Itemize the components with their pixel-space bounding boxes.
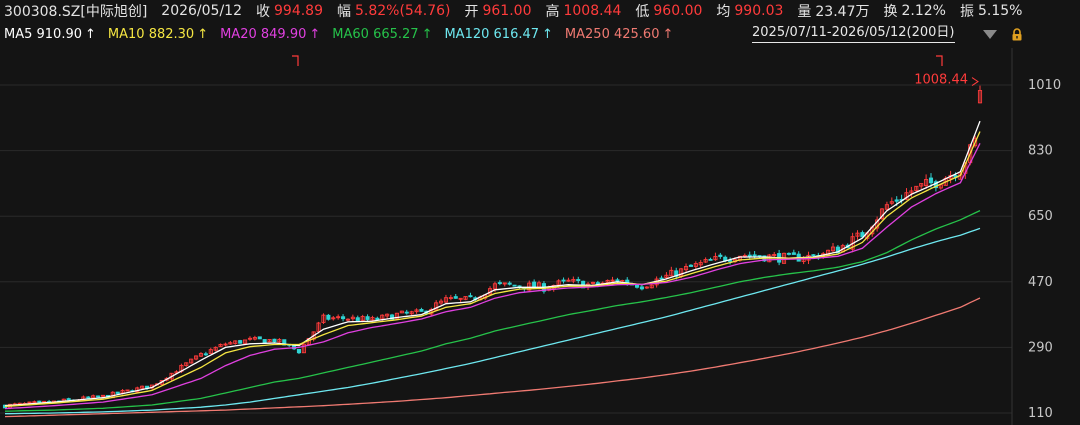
volume-value: 23.47万 xyxy=(815,4,870,20)
ma-line-ma5 xyxy=(4,120,981,407)
ma20-legend[interactable]: MA20 849.90 ↑ xyxy=(220,27,320,42)
ma10-legend[interactable]: MA10 882.30 ↑ xyxy=(108,27,208,42)
candle-body[interactable] xyxy=(688,264,693,267)
candle-body[interactable] xyxy=(203,353,208,356)
candle-body[interactable] xyxy=(728,260,733,262)
candle-body[interactable] xyxy=(419,309,424,312)
candle-body[interactable] xyxy=(86,396,91,399)
candle-body[interactable] xyxy=(752,254,757,257)
ma10-up-arrow-icon: ↑ xyxy=(197,26,209,42)
candle-body[interactable] xyxy=(634,284,640,288)
open-label: 开 xyxy=(464,4,479,20)
close-label: 收 xyxy=(256,4,270,20)
candle-body[interactable] xyxy=(894,199,899,202)
ma-line-ma60 xyxy=(4,210,981,412)
candle-body[interactable] xyxy=(96,395,101,398)
candle-body[interactable] xyxy=(365,316,370,320)
candle-body[interactable] xyxy=(576,279,581,282)
ma60-legend[interactable]: MA60 665.27 ↑ xyxy=(332,27,432,42)
y-tick-label: 650 xyxy=(1028,209,1053,224)
ma-line-ma250 xyxy=(4,297,981,418)
candle-body[interactable] xyxy=(786,252,791,255)
avg-label: 均 xyxy=(716,4,731,20)
candle-body[interactable] xyxy=(37,400,42,403)
high-marker-arrow-icon xyxy=(971,77,979,86)
y-tick-label: 110 xyxy=(1028,406,1053,421)
candle-body[interactable] xyxy=(238,340,243,344)
open-value: 961.00 xyxy=(482,3,532,19)
high-value: 1008.44 xyxy=(563,3,622,19)
quote-header: 300308.SZ[中际旭创] 2026/05/12 收 994.89 幅 5.… xyxy=(4,0,1080,22)
ma120-label: MA120 616.47 xyxy=(444,26,540,42)
bracket-marker-icon xyxy=(936,55,943,66)
amplitude-value: 5.15% xyxy=(977,3,1023,19)
candle-body[interactable] xyxy=(791,252,796,255)
candle-body[interactable] xyxy=(561,279,566,282)
candle-body[interactable] xyxy=(257,336,262,340)
candle-body[interactable] xyxy=(453,296,458,299)
lock-icon[interactable] xyxy=(1011,28,1023,41)
candle-body[interactable] xyxy=(747,254,752,257)
y-tick-label: 290 xyxy=(1028,340,1053,355)
y-tick-label: 1010 xyxy=(1028,78,1061,93)
ma120-legend[interactable]: MA120 616.47 ↑ xyxy=(444,27,552,42)
ma-line-ma20 xyxy=(4,143,981,410)
ma60-label: MA60 665.27 xyxy=(332,26,419,42)
candle-body[interactable] xyxy=(659,277,664,280)
ma-line-ma10 xyxy=(4,131,981,408)
y-tick-label: 830 xyxy=(1028,144,1053,159)
ma5-up-arrow-icon: ↑ xyxy=(85,26,96,42)
candle-body[interactable] xyxy=(811,254,816,257)
avg-value: 990.03 xyxy=(734,3,784,19)
candle-body[interactable] xyxy=(532,281,537,288)
turnover-value: 2.12% xyxy=(901,3,946,19)
ma20-up-arrow-icon: ↑ xyxy=(309,26,321,42)
ma60-up-arrow-icon: ↑ xyxy=(421,26,433,42)
bracket-marker-icon xyxy=(292,55,299,66)
candle-body[interactable] xyxy=(375,317,380,321)
ma10-label: MA10 882.30 xyxy=(107,26,195,42)
ma250-label: MA250 425.60 xyxy=(564,26,660,42)
ma20-label: MA20 849.90 xyxy=(220,26,307,42)
quote-date: 2026/05/12 xyxy=(161,3,242,19)
candle-body[interactable] xyxy=(404,311,409,314)
candle-body[interactable] xyxy=(507,282,512,285)
amplitude-label: 振 xyxy=(959,4,974,20)
candle-body[interactable] xyxy=(341,316,346,320)
volume-label: 量 xyxy=(797,4,812,20)
change-label: 幅 xyxy=(337,4,351,20)
high-marker-label: 1008.44 xyxy=(914,73,968,88)
stock-symbol[interactable]: 300308.SZ[中际旭创] xyxy=(4,1,147,21)
ma250-up-arrow-icon: ↑ xyxy=(662,26,674,42)
high-label: 高 xyxy=(545,4,560,20)
low-value: 960.00 xyxy=(653,3,703,19)
candle-body[interactable] xyxy=(326,314,331,320)
candle-body[interactable] xyxy=(639,286,644,290)
candle-body[interactable] xyxy=(355,317,360,322)
dropdown-triangle-icon[interactable] xyxy=(983,30,997,39)
ma5-label: MA5 910.90 xyxy=(4,26,82,42)
candle-body[interactable] xyxy=(708,258,713,261)
close-value: 994.89 xyxy=(274,3,323,19)
candle-body[interactable] xyxy=(272,338,277,343)
candle-body[interactable] xyxy=(115,391,120,394)
candle-body[interactable] xyxy=(262,339,267,343)
candle-body[interactable] xyxy=(296,349,302,354)
turnover-label: 换 xyxy=(883,4,898,20)
candle-body[interactable] xyxy=(497,282,502,285)
candle-body[interactable] xyxy=(512,284,517,287)
change-value: 5.82%(54.76) xyxy=(355,3,451,19)
ma250-legend[interactable]: MA250 425.60 ↑ xyxy=(565,27,673,42)
candlestick-chart[interactable]: 110 290 470 650 830 1010 1008.44 xyxy=(0,48,1080,425)
y-tick-label: 470 xyxy=(1028,275,1053,290)
candle-body[interactable] xyxy=(468,295,473,298)
candle-body[interactable] xyxy=(718,254,723,257)
ma5-legend[interactable]: MA5 910.90 ↑ xyxy=(4,27,96,42)
date-range-selector[interactable]: 2025/07/11-2026/05/12(200日) xyxy=(752,24,955,43)
candle-body[interactable] xyxy=(66,398,71,401)
candle-body[interactable] xyxy=(928,177,934,184)
ma120-up-arrow-icon: ↑ xyxy=(542,26,553,42)
low-label: 低 xyxy=(635,4,650,20)
